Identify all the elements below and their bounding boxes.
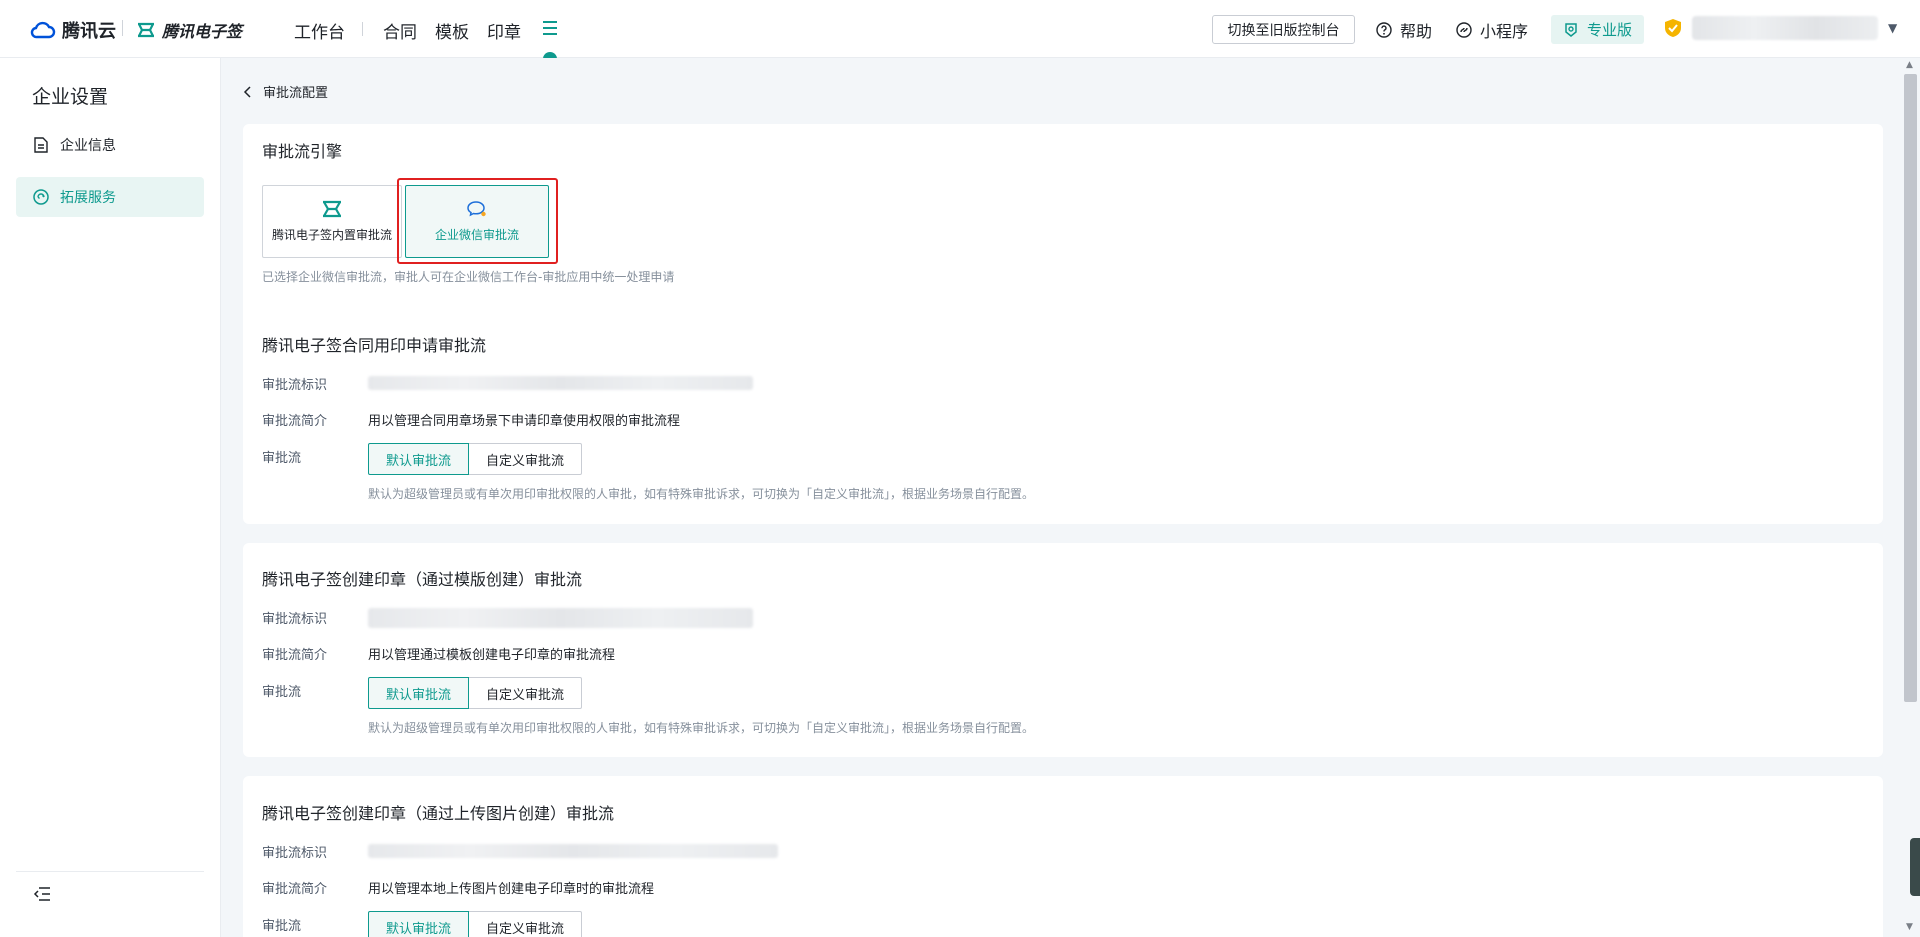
floating-side-widget[interactable]: [1910, 838, 1920, 896]
sidebar-item-label: 企业信息: [60, 138, 116, 154]
custom-flow-button[interactable]: 自定义审批流: [469, 677, 583, 709]
flow-id-redacted: [368, 376, 753, 390]
user-name-redacted: [1692, 16, 1878, 40]
extension-service-icon: [33, 189, 49, 205]
flow-id-label: 审批流标识: [262, 612, 328, 627]
selection-highlight-box: [397, 178, 558, 264]
sidebar-title: 企业设置: [32, 86, 109, 108]
document-icon: [34, 137, 48, 153]
flow-title: 腾讯电子签创建印章（通过上传图片创建）审批流: [262, 804, 615, 823]
breadcrumb[interactable]: 审批流配置: [243, 82, 328, 101]
flow-note: 默认为超级管理员或有单次用印审批权限的人审批，如有特殊审批诉求，可切换为「自定义…: [368, 721, 1035, 735]
caret-down-icon: ▼: [1888, 21, 1898, 35]
user-menu[interactable]: ▼: [1664, 16, 1897, 40]
flow-intro-label: 审批流简介: [262, 882, 328, 897]
help-label: 帮助: [1400, 22, 1433, 41]
flow-title: 腾讯电子签合同用印申请审批流: [262, 336, 487, 355]
verified-shield-icon: [1665, 19, 1681, 37]
nav-seal[interactable]: 印章: [487, 18, 521, 43]
flow-id-redacted: [368, 608, 753, 628]
sidebar-item-company-info[interactable]: 企业信息: [16, 125, 204, 165]
sidebar-item-extension-services[interactable]: 拓展服务: [16, 177, 204, 217]
flow-intro-value: 用以管理合同用章场景下申请印章使用权限的审批流程: [368, 414, 681, 429]
cloud-icon: [30, 21, 56, 39]
edition-badge[interactable]: 专业版: [1551, 15, 1644, 44]
help-link[interactable]: 帮助: [1376, 18, 1432, 42]
miniprogram-label: 小程序: [1480, 22, 1529, 41]
esign-label: 腾讯电子签: [162, 22, 243, 41]
flow-intro-label: 审批流简介: [262, 648, 328, 663]
flow-title: 腾讯电子签创建印章（通过模版创建）审批流: [262, 570, 583, 589]
flow-intro-value: 用以管理本地上传图片创建电子印章时的审批流程: [368, 882, 655, 897]
logo-divider: [122, 20, 123, 36]
tencent-cloud-label: 腾讯云: [62, 21, 116, 42]
top-header: 腾讯云 腾讯电子签 工作台 合同 模板 印章 切换至旧版控制台 帮助 小程序 专…: [0, 0, 1920, 59]
menu-icon[interactable]: [539, 17, 561, 39]
tencent-cloud-logo[interactable]: 腾讯云: [30, 17, 116, 43]
custom-flow-button[interactable]: 自定义审批流: [469, 443, 583, 475]
custom-flow-button[interactable]: 自定义审批流: [469, 911, 583, 937]
chevron-left-icon[interactable]: [243, 85, 253, 98]
main-content: 审批流配置 审批流引擎 腾讯电子签内置审批流 企业微信审批流 已选择企业微信审批…: [220, 58, 1902, 937]
default-flow-button[interactable]: 默认审批流: [368, 911, 470, 937]
scroll-up-arrow-icon[interactable]: ▲: [1906, 60, 1913, 70]
pro-edition-icon: [1565, 22, 1577, 37]
engine-option-label: 腾讯电子签内置审批流: [271, 228, 392, 242]
flow-type-segmented: 默认审批流 自定义审批流: [368, 443, 583, 475]
esign-logo[interactable]: 腾讯电子签: [136, 18, 242, 42]
engine-title: 审批流引擎: [262, 142, 343, 161]
engine-note: 已选择企业微信审批流，审批人可在企业微信工作台-审批应用中统一处理申请: [262, 270, 675, 284]
miniprogram-link[interactable]: 小程序: [1456, 18, 1528, 42]
nav-contract[interactable]: 合同: [383, 18, 417, 43]
flow-type-label: 审批流: [262, 451, 302, 466]
scrollbar-thumb[interactable]: [1904, 74, 1917, 702]
default-flow-button[interactable]: 默认审批流: [368, 443, 470, 475]
flow-intro-value: 用以管理通过模板创建电子印章的审批流程: [368, 648, 616, 663]
flow-type-label: 审批流: [262, 919, 302, 934]
sidebar-divider: [16, 871, 204, 872]
esign-logo-icon: [138, 22, 154, 38]
miniprogram-icon: [1456, 22, 1472, 38]
flow-type-segmented: 默认审批流 自定义审批流: [368, 677, 583, 709]
flow-type-segmented: 默认审批流 自定义审批流: [368, 911, 583, 937]
switch-old-console-button[interactable]: 切换至旧版控制台: [1212, 15, 1355, 44]
esign-logo-icon: [323, 200, 341, 218]
nav-divider: [362, 22, 363, 36]
flow-id-redacted: [368, 844, 778, 858]
main-nav: 合同 模板 印章: [383, 18, 521, 43]
scroll-down-arrow-icon[interactable]: ▼: [1906, 922, 1913, 932]
flow-id-label: 审批流标识: [262, 378, 328, 393]
nav-workbench[interactable]: 工作台: [294, 18, 345, 43]
sidebar-item-label: 拓展服务: [60, 190, 116, 206]
collapse-sidebar-icon[interactable]: [32, 884, 52, 904]
edition-label: 专业版: [1586, 21, 1632, 39]
flow-note: 默认为超级管理员或有单次用印审批权限的人审批，如有特殊审批诉求，可切换为「自定义…: [368, 487, 1035, 501]
flow-intro-label: 审批流简介: [262, 414, 328, 429]
flow-id-label: 审批流标识: [262, 846, 328, 861]
breadcrumb-title: 审批流配置: [263, 86, 329, 101]
default-flow-button[interactable]: 默认审批流: [368, 677, 470, 709]
flow-type-label: 审批流: [262, 685, 302, 700]
help-icon: [1376, 22, 1392, 38]
engine-option-builtin[interactable]: 腾讯电子签内置审批流: [262, 185, 402, 258]
nav-template[interactable]: 模板: [435, 18, 469, 43]
